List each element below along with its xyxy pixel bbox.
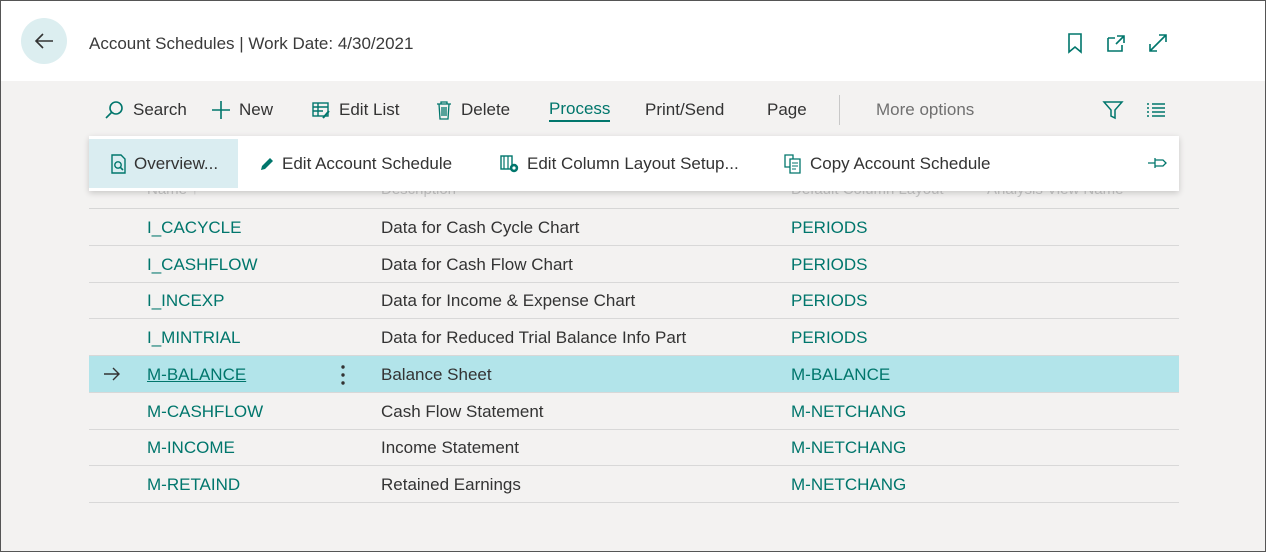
edit-account-schedule-menu-item[interactable]: Edit Account Schedule bbox=[259, 139, 452, 188]
page-title: Account Schedules | Work Date: 4/30/2021 bbox=[89, 34, 414, 53]
top-bar: Account Schedules | Work Date: 4/30/2021 bbox=[1, 1, 1265, 81]
row-name-link[interactable]: M-INCOME bbox=[147, 438, 235, 458]
row-column-layout-link[interactable]: M-BALANCE bbox=[791, 365, 890, 385]
table-row[interactable]: M-RETAIND Retained Earnings M-NETCHANG bbox=[89, 466, 1179, 503]
row-column-layout-link[interactable]: PERIODS bbox=[791, 218, 868, 238]
process-label: Process bbox=[549, 99, 611, 122]
overview-label: Overview... bbox=[134, 153, 219, 173]
edit-column-layout-label: Edit Column Layout Setup... bbox=[527, 153, 739, 173]
overview-menu-item[interactable]: Overview... bbox=[89, 139, 238, 188]
pin-icon[interactable] bbox=[1147, 154, 1169, 172]
action-divider bbox=[839, 95, 840, 125]
row-name-link[interactable]: M-BALANCE bbox=[147, 365, 246, 385]
row-description: Data for Cash Flow Chart bbox=[381, 255, 573, 274]
row-description: Cash Flow Statement bbox=[381, 402, 544, 421]
row-actions-ellipsis-icon[interactable] bbox=[335, 363, 351, 387]
row-name-link[interactable]: I_MINTRIAL bbox=[147, 328, 241, 348]
process-menu: Overview... Edit Account Schedule Edit C… bbox=[89, 136, 1179, 191]
edit-list-label: Edit List bbox=[339, 100, 400, 119]
open-new-window-icon[interactable] bbox=[1105, 32, 1127, 54]
row-description: Balance Sheet bbox=[381, 365, 492, 384]
search-label: Search bbox=[133, 100, 187, 119]
copy-account-schedule-menu-item[interactable]: Copy Account Schedule bbox=[783, 139, 991, 188]
edit-account-schedule-label: Edit Account Schedule bbox=[282, 153, 453, 173]
row-name-link[interactable]: M-CASHFLOW bbox=[147, 402, 263, 422]
print-send-tab[interactable]: Print/Send bbox=[645, 89, 724, 131]
page-label: Page bbox=[767, 100, 807, 119]
row-column-layout-link[interactable]: PERIODS bbox=[791, 328, 868, 348]
table-row-selected[interactable]: M-BALANCE Balance Sheet M-BALANCE bbox=[89, 356, 1179, 393]
more-options-label: More options bbox=[876, 100, 975, 119]
row-description: Income Statement bbox=[381, 438, 519, 457]
list-view-button[interactable] bbox=[1145, 89, 1175, 131]
delete-button[interactable]: Delete bbox=[435, 89, 510, 131]
page-tab[interactable]: Page bbox=[767, 89, 807, 131]
table-row[interactable]: M-CASHFLOW Cash Flow Statement M-NETCHAN… bbox=[89, 393, 1179, 430]
trash-icon bbox=[437, 101, 451, 120]
report-search-icon bbox=[111, 153, 126, 174]
back-arrow-icon bbox=[34, 33, 53, 49]
row-indicator-arrow-icon bbox=[104, 367, 120, 381]
search-icon bbox=[105, 101, 123, 119]
delete-label: Delete bbox=[461, 100, 511, 119]
filter-icon bbox=[1102, 101, 1124, 120]
row-column-layout-link[interactable]: M-NETCHANG bbox=[791, 438, 906, 458]
plus-icon bbox=[212, 101, 230, 119]
back-button[interactable] bbox=[21, 18, 67, 64]
action-bar: Search New Edit List Delete Process Prin… bbox=[89, 89, 1179, 131]
table-row[interactable]: I_MINTRIAL Data for Reduced Trial Balanc… bbox=[89, 319, 1179, 356]
new-label: New bbox=[239, 100, 274, 119]
table-row[interactable]: I_INCEXP Data for Income & Expense Chart… bbox=[89, 282, 1179, 319]
row-column-layout-link[interactable]: PERIODS bbox=[791, 291, 868, 311]
process-tab[interactable]: Process bbox=[549, 89, 611, 131]
row-name-link[interactable]: M-RETAIND bbox=[147, 475, 240, 495]
bookmark-icon[interactable] bbox=[1064, 32, 1086, 54]
row-name-link[interactable]: I_INCEXP bbox=[147, 291, 224, 311]
filter-button[interactable] bbox=[1102, 89, 1132, 131]
row-description: Data for Income & Expense Chart bbox=[381, 291, 636, 310]
row-description: Data for Cash Cycle Chart bbox=[381, 218, 580, 237]
more-options-button[interactable]: More options bbox=[876, 89, 974, 131]
new-button[interactable]: New bbox=[211, 89, 273, 131]
row-description: Retained Earnings bbox=[381, 475, 521, 494]
list-icon bbox=[1147, 103, 1165, 117]
edit-column-layout-menu-item[interactable]: Edit Column Layout Setup... bbox=[500, 139, 739, 188]
table-row[interactable]: M-INCOME Income Statement M-NETCHANG bbox=[89, 429, 1179, 466]
layout-settings-icon bbox=[500, 154, 519, 172]
table-row[interactable]: I_CACYCLE Data for Cash Cycle Chart PERI… bbox=[89, 209, 1179, 246]
row-column-layout-link[interactable]: M-NETCHANG bbox=[791, 402, 906, 422]
copy-account-schedule-label: Copy Account Schedule bbox=[810, 153, 991, 173]
table-row[interactable]: I_CASHFLOW Data for Cash Flow Chart PERI… bbox=[89, 246, 1179, 283]
row-name-link[interactable]: I_CACYCLE bbox=[147, 218, 241, 238]
edit-list-icon bbox=[312, 102, 330, 119]
row-column-layout-link[interactable]: PERIODS bbox=[791, 255, 868, 275]
print-send-label: Print/Send bbox=[645, 100, 725, 119]
row-description: Data for Reduced Trial Balance Info Part bbox=[381, 328, 687, 347]
search-button[interactable]: Search bbox=[103, 89, 187, 131]
edit-list-button[interactable]: Edit List bbox=[311, 89, 399, 131]
expand-icon[interactable] bbox=[1147, 32, 1169, 54]
row-column-layout-link[interactable]: M-NETCHANG bbox=[791, 475, 906, 495]
copy-document-icon bbox=[784, 153, 801, 174]
pencil-icon bbox=[261, 157, 273, 170]
row-name-link[interactable]: I_CASHFLOW bbox=[147, 255, 258, 275]
